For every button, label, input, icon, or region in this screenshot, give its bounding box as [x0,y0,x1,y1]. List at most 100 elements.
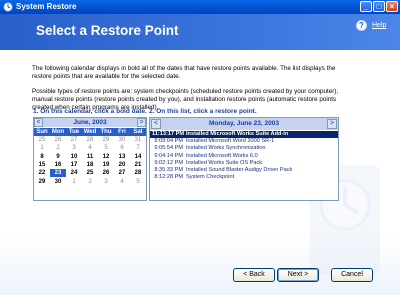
restore-calendar: < June, 2003 > Sun Mon Tue Wed Thu Fri Sat 25 2… [33,117,147,201]
system-restore-icon [3,2,13,12]
calendar-day[interactable]: 30 [50,177,66,185]
calendar-weekday-fri: Fri [114,128,130,136]
calendar-day: 29 [102,137,110,144]
restore-point-item[interactable]: 9:04:14 PM Installed Microsoft Works 6.0 [150,153,338,160]
title-bar[interactable]: System Restore _ □ × [0,0,400,14]
calendar-weekday-sat: Sat [130,128,146,136]
calendar-day[interactable]: 22 [34,169,50,177]
calendar-weekday-row: Sun Mon Tue Wed Thu Fri Sat [34,128,146,136]
restore-point-time: 9:02:12 PM [154,159,183,166]
calendar-day: 4 [88,145,92,152]
help-link[interactable]: Help [372,22,386,29]
cancel-button[interactable]: Cancel [331,268,373,282]
close-icon: × [389,2,395,11]
calendar-day[interactable]: 29 [34,177,50,185]
calendar-day: 26 [54,137,62,144]
calendar-day[interactable]: 10 [66,153,82,161]
calendar-day: 25 [38,137,46,144]
calendar-day: 5 [136,178,140,185]
restore-list-date: Monday, June 23, 2003 [209,120,279,127]
restore-point-time: 9:04:14 PM [154,152,183,159]
restore-point-item[interactable]: 9:02:12 PM Installed Works Suite OS Pack [150,160,338,167]
calendar-day: 3 [104,178,108,185]
calendar-day[interactable]: 13 [114,153,130,161]
calendar-weekday-sun: Sun [34,128,50,136]
restore-point-time: 9:05:54 PM [154,145,183,152]
calendar-day[interactable]: 26 [98,169,114,177]
minimize-icon: _ [363,2,369,11]
restore-point-item[interactable]: 8:12:28 PM System Checkpoint [150,174,338,181]
page-header: Select a Restore Point ? Help [0,14,400,50]
calendar-prev-month-button[interactable]: < [34,118,43,127]
list-next-day-button[interactable]: > [327,119,337,129]
page-title: Select a Restore Point [36,23,179,38]
calendar-day: 6 [120,145,124,152]
calendar-day[interactable]: 15 [34,161,50,169]
calendar-day: 3 [72,145,76,152]
calendar-day: 2 [56,145,60,152]
restore-point-description: Installed Works Synchronization [186,145,266,152]
restore-point-description: Installed Sound Blaster Audigy Driver Pa… [186,166,293,173]
calendar-day[interactable]: 16 [50,161,66,169]
calendar-week-row: 29 30 1 2 3 4 5 [34,177,146,185]
restore-list-header: < Monday, June 23, 2003 > [150,118,338,130]
step-1-label: 1. On this calendar, click a bold date. [33,108,147,115]
calendar-day[interactable]: 27 [114,169,130,177]
calendar-grid: Sun Mon Tue Wed Thu Fri Sat 25 26 27 28 29 30 31 1 2 3 4… [34,128,146,186]
calendar-next-month-button[interactable]: > [137,118,146,127]
calendar-day[interactable]: 14 [130,153,146,161]
calendar-day[interactable]: 12 [98,153,114,161]
calendar-day: 27 [70,137,78,144]
calendar-week-row: 15 16 17 18 19 20 21 [34,161,146,169]
restore-point-item[interactable]: 9:05:54 PM Installed Works Synchronizatio… [150,145,338,152]
calendar-day: 31 [134,137,142,144]
calendar-day[interactable]: 28 [130,169,146,177]
maximize-icon: □ [376,2,382,11]
maximize-button[interactable]: □ [373,1,385,12]
calendar-day[interactable]: 24 [66,169,82,177]
restore-point-description: Installed Microsoft Works Suite Add-in [186,131,289,137]
restore-point-description: Installed Microsoft Word 2000 SR-1 [186,138,275,145]
calendar-week-row: 25 26 27 28 29 30 31 [34,136,146,144]
minimize-button[interactable]: _ [360,1,372,12]
calendar-weekday-wed: Wed [82,128,98,136]
calendar-week-row: 22 23 24 25 26 27 28 [34,169,146,178]
restore-point-description: Installed Works Suite OS Pack [186,159,263,166]
next-button[interactable]: Next > [277,268,319,282]
calendar-day-selected[interactable]: 23 [50,169,66,178]
calendar-day[interactable]: 18 [82,161,98,169]
calendar-header: < June, 2003 > [34,118,146,127]
restore-point-time: 9:09:04 PM [154,138,183,145]
calendar-day[interactable]: 19 [98,161,114,169]
calendar-day[interactable]: 20 [114,161,130,169]
calendar-day[interactable]: 25 [82,169,98,177]
calendar-day: 7 [136,145,140,152]
help-icon[interactable]: ? [356,20,367,31]
restore-point-description: Installed Microsoft Works 6.0 [186,152,258,159]
calendar-weekday-mon: Mon [50,128,66,136]
restore-point-time: 8:12:28 PM [154,174,183,181]
calendar-day[interactable]: 11 [82,153,98,161]
calendar-day[interactable]: 8 [34,153,50,161]
restore-point-list: < Monday, June 23, 2003 > 11:13:17 PM Ins… [149,117,339,201]
calendar-day[interactable]: 21 [130,161,146,169]
list-prev-day-button[interactable]: < [151,119,161,129]
system-restore-window: System Restore _ □ × Select a Restore Po… [0,0,400,295]
calendar-day[interactable]: 17 [66,161,82,169]
calendar-day: 2 [88,178,92,185]
close-button[interactable]: × [386,1,398,12]
calendar-day: 5 [104,145,108,152]
restore-point-time: 11:13:17 PM [152,131,185,137]
restore-point-item[interactable]: 8:35:33 PM Installed Sound Blaster Audigy… [150,167,338,174]
calendar-day[interactable]: 9 [50,153,66,161]
restore-point-item[interactable]: 9:09:04 PM Installed Microsoft Word 2000 … [150,138,338,145]
step-2-label: 2. On this list, click a restore point. [149,108,257,115]
back-button[interactable]: < Back [233,268,275,282]
calendar-day: 28 [86,137,94,144]
restore-point-time: 8:35:33 PM [154,166,183,173]
restore-point-item[interactable]: 11:13:17 PM Installed Microsoft Works Sui… [150,131,338,139]
calendar-day: 1 [72,178,76,185]
restore-point-description: System Checkpoint [186,174,235,181]
calendar-day: 1 [40,145,44,152]
calendar-week-row: 8 9 10 11 12 13 14 [34,153,146,161]
